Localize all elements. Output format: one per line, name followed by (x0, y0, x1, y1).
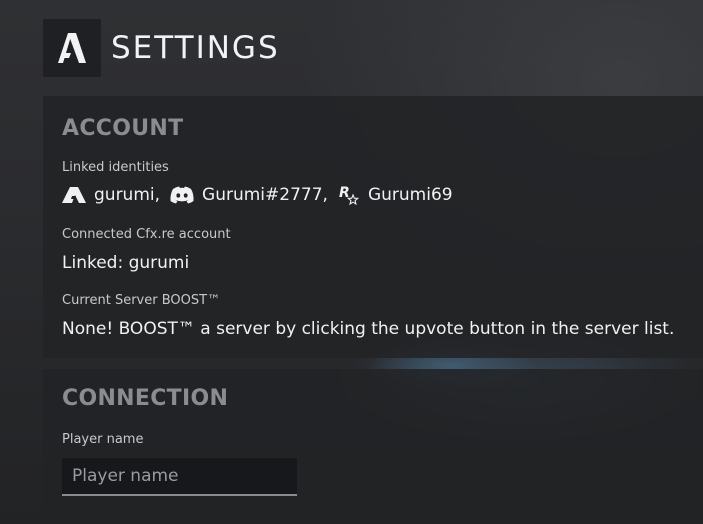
player-name-label: Player name (62, 432, 144, 447)
identity-name: gurumi (94, 185, 155, 205)
linked-identities-list: gurumi, Gurumi#2777, R Gurumi69 (62, 184, 453, 206)
server-boost-label: Current Server BOOST™ (62, 293, 221, 308)
identity-name: Gurumi#2777 (202, 185, 323, 205)
identity-rockstar: R Gurumi69 (338, 184, 453, 206)
page-title: SETTINGS (111, 30, 280, 66)
linked-identities-label: Linked identities (62, 160, 169, 175)
identity-separator: , (322, 185, 328, 205)
identity-fivem: gurumi, (62, 185, 170, 205)
page-header: SETTINGS (43, 19, 280, 77)
account-section-title: ACCOUNT (62, 116, 184, 141)
cfx-account-value: Linked: gurumi (62, 253, 190, 273)
player-name-input[interactable] (62, 458, 297, 494)
fivem-icon (62, 187, 86, 203)
connection-section: CONNECTION Player name (43, 369, 703, 519)
rockstar-icon: R (338, 184, 360, 206)
server-boost-value: None! BOOST™ a server by clicking the up… (62, 319, 675, 339)
identity-discord: Gurumi#2777, (170, 185, 338, 205)
connection-section-title: CONNECTION (62, 386, 229, 411)
cfx-account-label: Connected Cfx.re account (62, 227, 231, 242)
identity-name: Gurumi69 (367, 185, 453, 205)
discord-icon (170, 186, 194, 204)
fivem-logo-icon (43, 19, 101, 77)
player-name-field[interactable] (62, 458, 297, 496)
account-section: ACCOUNT Linked identities gurumi, Gurumi… (43, 96, 703, 358)
identity-separator: , (154, 185, 161, 205)
